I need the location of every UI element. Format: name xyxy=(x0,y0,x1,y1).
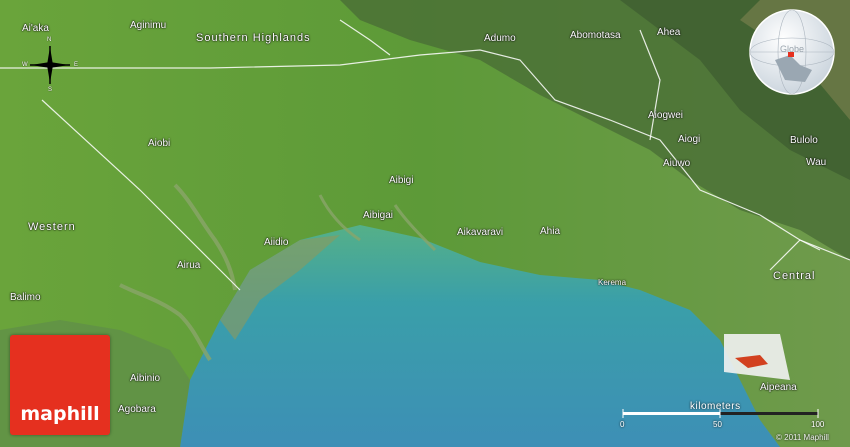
compass-letter-s: S xyxy=(48,87,53,93)
place-label-ahea: Ahea xyxy=(657,27,681,38)
map-view[interactable]: Southern Highlands Western Central Ai'ak… xyxy=(0,0,850,447)
compass-letter-w: W xyxy=(22,62,28,68)
compass-letter-e: E xyxy=(74,62,79,68)
place-label-aiogi: Aiogi xyxy=(678,134,701,145)
copyright-notice: © 2011 Maphill xyxy=(776,433,829,442)
place-label-bulolo: Bulolo xyxy=(790,135,818,146)
place-label-adumo: Adumo xyxy=(484,33,516,44)
place-label-aiidio: Aiidio xyxy=(264,237,289,248)
region-label-southern-highlands: Southern Highlands xyxy=(196,32,311,44)
place-label-aikavaravi: Aikavaravi xyxy=(457,227,504,238)
compass-letter-n: N xyxy=(47,37,52,43)
maphill-logo[interactable]: maphill xyxy=(10,335,110,435)
region-label-western: Western xyxy=(28,221,76,233)
place-label-aiaka: Ai'aka xyxy=(22,23,49,34)
place-label-agobara: Agobara xyxy=(118,404,156,415)
place-label-aiobi: Aiobi xyxy=(148,138,171,149)
place-label-wau: Wau xyxy=(806,157,827,168)
place-label-aipeana: Aipeana xyxy=(760,382,797,393)
place-label-kerema: Kerema xyxy=(598,278,627,287)
terrain-layer xyxy=(0,0,850,447)
globe-label: Globe xyxy=(780,44,805,54)
place-label-balimo: Balimo xyxy=(10,292,41,303)
place-label-aiuwo: Aiuwo xyxy=(663,158,691,169)
place-label-aibigi: Aibigi xyxy=(389,175,414,186)
scale-label: kilometers xyxy=(690,401,741,412)
scale-tick-0: 0 xyxy=(620,420,625,429)
region-label-central: Central xyxy=(773,270,816,282)
scale-tick-50: 50 xyxy=(713,420,722,429)
place-label-aibigai: Aibigai xyxy=(363,210,394,221)
scale-tick-100: 100 xyxy=(811,420,825,429)
place-label-abomotasa: Abomotasa xyxy=(570,30,621,41)
place-label-aginimu: Aginimu xyxy=(130,20,167,31)
place-label-aibinio: Aibinio xyxy=(130,373,161,384)
logo-text: maphill xyxy=(20,403,100,425)
place-label-ahia: Ahia xyxy=(540,226,561,237)
place-label-airua: Airua xyxy=(177,260,201,271)
place-label-aiogwei: Aiogwei xyxy=(648,110,684,121)
